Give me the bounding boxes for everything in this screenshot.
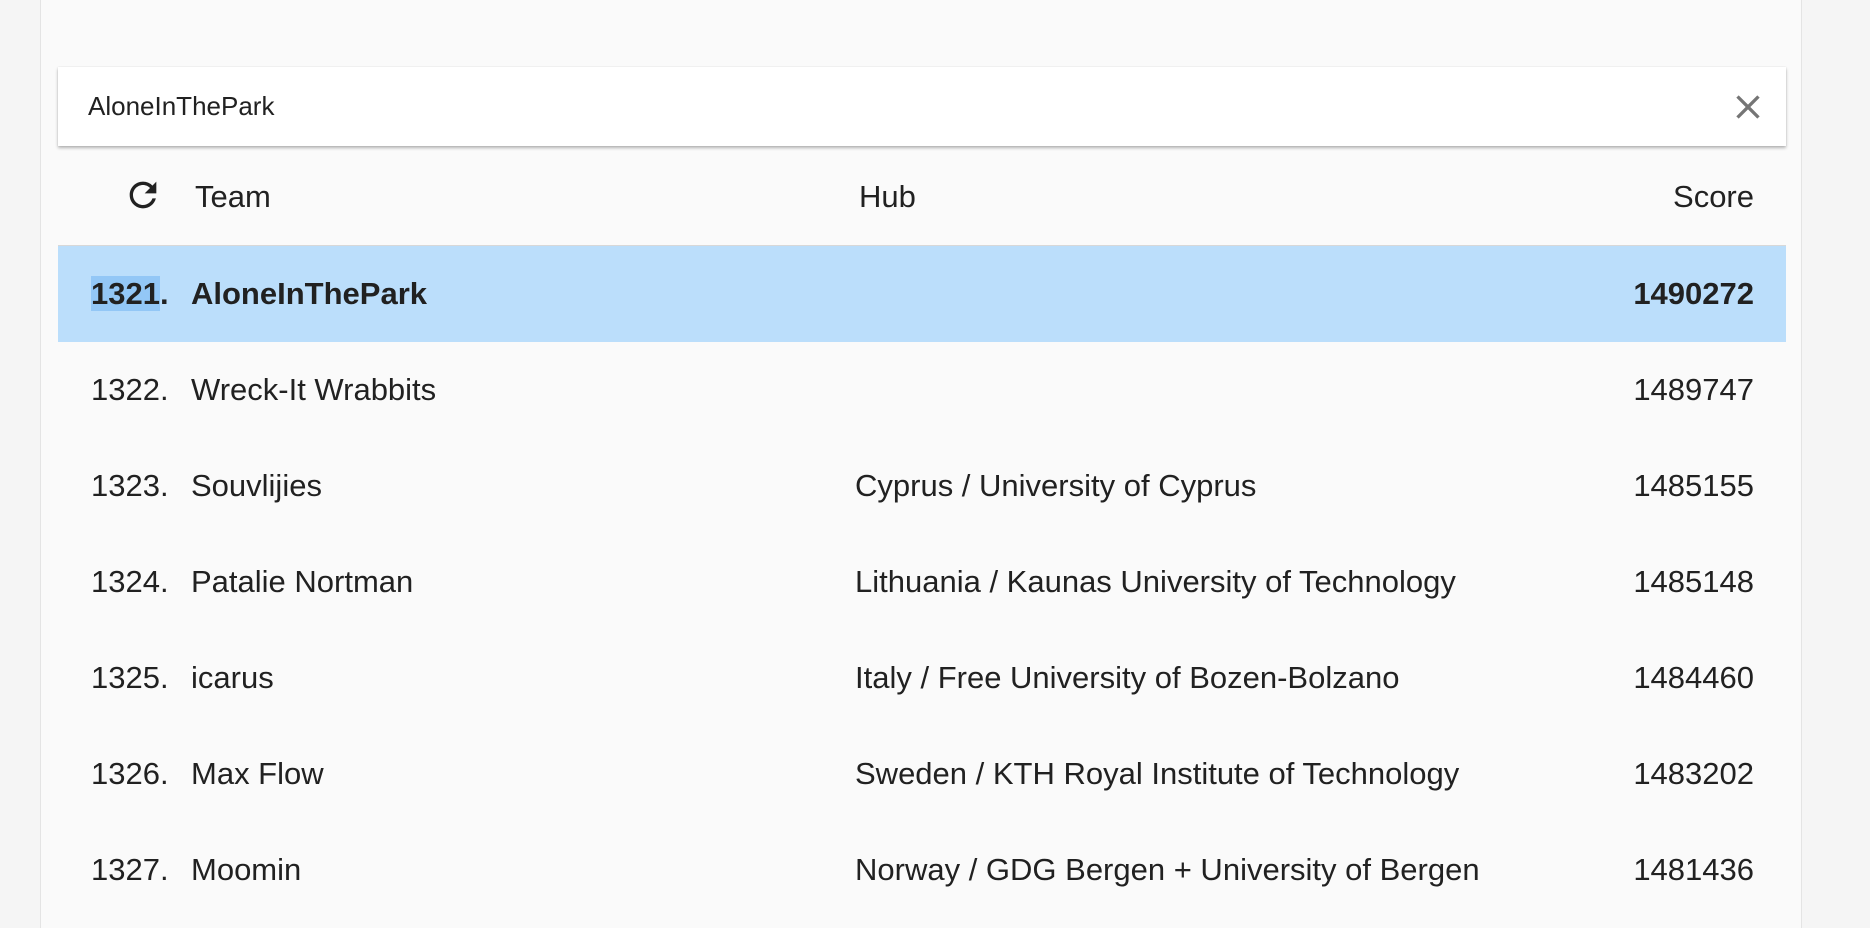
refresh-button[interactable] (123, 175, 163, 215)
hub-cell: Italy / Free University of Bozen-Bolzano (855, 660, 1400, 695)
hub-cell: Lithuania / Kaunas University of Technol… (855, 564, 1456, 599)
table-row-selected[interactable]: 1321. AloneInThePark 1490272 (58, 246, 1786, 342)
team-cell: Moomin (191, 852, 302, 887)
rank-cell: 1323. (91, 468, 169, 503)
hub-cell: Sweden / KTH Royal Institute of Technolo… (855, 756, 1460, 791)
rank-cell: 1326. (91, 756, 169, 791)
rank-cell: 1327. (91, 852, 169, 887)
leaderboard-panel: Team Hub Score 1321. AloneInThePark 1490… (40, 0, 1802, 928)
hub-cell: Norway / GDG Bergen + University of Berg… (855, 852, 1480, 887)
score-cell: 1490272 (1633, 276, 1754, 311)
table-row[interactable]: 1326. Max Flow Sweden / KTH Royal Instit… (58, 726, 1786, 822)
score-cell: 1489747 (1633, 372, 1754, 407)
table-row[interactable]: 1322. Wreck-It Wrabbits 1489747 (58, 342, 1786, 438)
score-cell: 1481436 (1633, 852, 1754, 887)
team-cell: AloneInThePark (191, 276, 427, 311)
score-cell: 1483202 (1633, 756, 1754, 791)
team-cell: Patalie Nortman (191, 564, 414, 599)
rank-cell: 1324. (91, 564, 169, 599)
table-header: Team Hub Score (58, 150, 1786, 246)
table-row[interactable]: 1324. Patalie Nortman Lithuania / Kaunas… (58, 534, 1786, 630)
hub-column-header[interactable]: Hub (859, 177, 916, 217)
team-cell: Souvlijies (191, 468, 322, 503)
rank-cell: 1322. (91, 372, 169, 407)
team-cell: Max Flow (191, 756, 324, 791)
score-cell: 1485155 (1633, 468, 1754, 503)
refresh-icon (129, 181, 157, 209)
team-cell: Wreck-It Wrabbits (191, 372, 437, 407)
search-input[interactable] (88, 67, 1688, 146)
rank-cell: 1321. (91, 276, 169, 311)
table-row[interactable]: 1327. Moomin Norway / GDG Bergen + Unive… (58, 822, 1786, 918)
leaderboard-table: 1321. AloneInThePark 1490272 1322. Wreck… (58, 246, 1786, 918)
team-cell: icarus (191, 660, 274, 695)
team-column-header[interactable]: Team (195, 177, 271, 217)
score-cell: 1485148 (1633, 564, 1754, 599)
search-bar (58, 67, 1786, 146)
selected-text: 1321 (91, 276, 160, 311)
table-row[interactable]: 1325. icarus Italy / Free University of … (58, 630, 1786, 726)
score-column-header[interactable]: Score (1673, 177, 1754, 217)
rank-cell: 1325. (91, 660, 169, 695)
hub-cell: Cyprus / University of Cyprus (855, 468, 1257, 503)
close-icon (1736, 95, 1760, 119)
clear-search-button[interactable] (1728, 87, 1768, 127)
score-cell: 1484460 (1633, 660, 1754, 695)
table-row[interactable]: 1323. Souvlijies Cyprus / University of … (58, 438, 1786, 534)
